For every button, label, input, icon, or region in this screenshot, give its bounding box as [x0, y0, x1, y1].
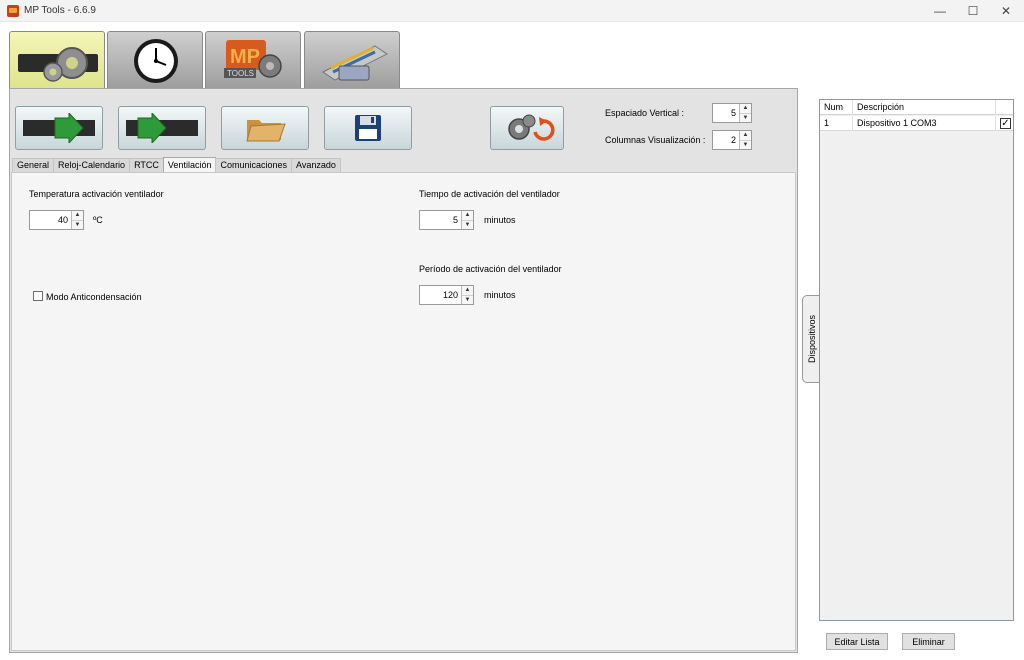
arrow-right-green-icon	[23, 113, 95, 143]
vertical-spacing-label: Espaciado Vertical :	[605, 108, 685, 118]
maximize-button[interactable]: ☐	[956, 0, 990, 22]
serial-cable-icon	[322, 45, 388, 81]
device-num: 1	[820, 116, 853, 131]
sub-tab-bar: General Reloj-Calendario RTCC Ventilació…	[12, 157, 341, 172]
spin-up-icon[interactable]: ▲	[740, 104, 751, 114]
spin-down-icon[interactable]: ▼	[462, 220, 473, 229]
svg-text:MP: MP	[230, 46, 260, 68]
spin-down-icon[interactable]: ▼	[462, 295, 473, 304]
mp-tools-logo-icon: MP TOOLS	[224, 40, 282, 78]
columns-label: Columnas Visualización :	[605, 135, 706, 145]
spin-up-icon[interactable]: ▲	[462, 211, 473, 221]
tab-general[interactable]: General	[12, 158, 55, 172]
edit-list-button[interactable]: Editar Lista	[826, 633, 888, 650]
temp-activation-stepper[interactable]: 40 ▲ ▼	[29, 210, 84, 230]
device-description: Dispositivo 1 COM3	[853, 116, 996, 131]
device-enabled-checkbox[interactable]: ✓	[1000, 118, 1011, 129]
gear-icon	[18, 47, 98, 82]
period-activation-value[interactable]: 120	[420, 286, 461, 304]
tab-ventilacion[interactable]: Ventilación	[162, 157, 217, 172]
main-tab-settings[interactable]	[9, 31, 105, 90]
app-logo-icon	[7, 5, 19, 17]
clock-icon	[134, 39, 178, 83]
floppy-disk-icon	[355, 115, 381, 141]
columns-value[interactable]: 2	[713, 131, 739, 149]
period-activation-label: Período de activación del ventilador	[419, 264, 562, 274]
window-title: MP Tools - 6.6.9	[24, 5, 96, 16]
write-config-button[interactable]	[118, 106, 206, 150]
columns-stepper[interactable]: 2 ▲ ▼	[712, 130, 752, 150]
read-config-button[interactable]	[15, 106, 103, 150]
time-unit: minutos	[484, 215, 516, 225]
open-file-button[interactable]	[221, 106, 309, 150]
temp-activation-value[interactable]: 40	[30, 211, 71, 229]
tab-comunicaciones[interactable]: Comunicaciones	[215, 158, 293, 172]
temp-unit: ºC	[93, 215, 103, 225]
delete-button[interactable]: Eliminar	[902, 633, 955, 650]
close-button[interactable]: ✕	[989, 0, 1023, 22]
tab-rtcc[interactable]: RTCC	[129, 158, 164, 172]
time-activation-label: Tiempo de activación del ventilador	[419, 189, 560, 199]
table-row[interactable]: 1 Dispositivo 1 COM3 ✓	[820, 116, 1013, 131]
title-bar: MP Tools - 6.6.9 — ☐ ✕	[0, 0, 1024, 22]
column-header-num[interactable]: Num	[820, 100, 853, 115]
main-tab-connection[interactable]	[304, 31, 400, 89]
svg-text:TOOLS: TOOLS	[227, 69, 254, 78]
devices-side-tab[interactable]: Dispositivos	[802, 295, 820, 383]
tab-avanzado[interactable]: Avanzado	[291, 158, 341, 172]
ventilation-content	[11, 172, 796, 651]
minimize-button[interactable]: —	[923, 0, 957, 22]
tab-reloj-calendario[interactable]: Reloj-Calendario	[53, 158, 131, 172]
spin-up-icon[interactable]: ▲	[462, 286, 473, 296]
anticondensation-checkbox[interactable]	[33, 291, 43, 301]
spin-down-icon[interactable]: ▼	[740, 113, 751, 122]
reset-defaults-button[interactable]	[490, 106, 564, 150]
time-activation-stepper[interactable]: 5 ▲ ▼	[419, 210, 474, 230]
main-tab-clock[interactable]	[107, 31, 203, 89]
folder-icon	[246, 120, 286, 142]
main-tab-mp-tools[interactable]: MP TOOLS	[205, 31, 301, 89]
temp-activation-label: Temperatura activación ventilador	[29, 189, 164, 199]
spin-down-icon[interactable]: ▼	[740, 140, 751, 149]
arrow-right-green-icon	[126, 113, 198, 143]
vertical-spacing-value[interactable]: 5	[713, 104, 739, 122]
period-unit: minutos	[484, 290, 516, 300]
time-activation-value[interactable]: 5	[420, 211, 461, 229]
column-header-description[interactable]: Descripción	[853, 100, 996, 115]
device-list[interactable]: Num Descripción 1 Dispositivo 1 COM3 ✓	[819, 99, 1014, 621]
spin-up-icon[interactable]: ▲	[740, 131, 751, 141]
spin-down-icon[interactable]: ▼	[72, 220, 83, 229]
save-file-button[interactable]	[324, 106, 412, 150]
vertical-spacing-stepper[interactable]: 5 ▲ ▼	[712, 103, 752, 123]
anticondensation-label: Modo Anticondensación	[46, 292, 142, 302]
device-list-header: Num Descripción	[820, 100, 1013, 115]
gears-reset-icon	[508, 114, 555, 141]
spin-up-icon[interactable]: ▲	[72, 211, 83, 221]
period-activation-stepper[interactable]: 120 ▲ ▼	[419, 285, 474, 305]
devices-side-tab-label: Dispositivos	[806, 314, 817, 364]
